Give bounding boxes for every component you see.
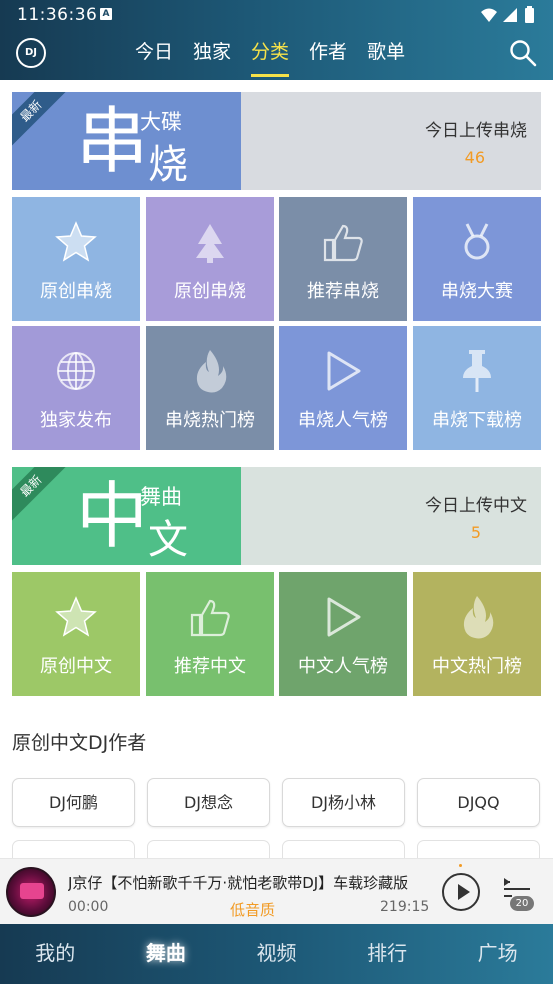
nav-dance-music[interactable]: 舞曲 — [111, 924, 222, 984]
tab-exclusive[interactable]: 独家 — [183, 30, 241, 80]
category-tile[interactable]: 原创串烧 — [12, 197, 140, 321]
progress-dot — [459, 864, 462, 867]
pin-icon — [413, 348, 541, 394]
star-icon — [12, 219, 140, 265]
chinese-banner-art: 最新 中 舞曲 文 — [12, 467, 241, 565]
category-tile[interactable]: 中文热门榜 — [413, 572, 541, 696]
author-button[interactable]: DJ杨小林 — [282, 778, 405, 827]
tree-icon — [146, 219, 274, 265]
category-tile[interactable]: 独家发布 — [12, 326, 140, 450]
tile-label: 推荐串烧 — [307, 281, 379, 302]
album-cover[interactable] — [6, 867, 56, 917]
nav-ranking[interactable]: 排行 — [332, 924, 443, 984]
tab-category[interactable]: 分类 — [241, 30, 299, 80]
banner-big-char-2: 烧 — [148, 142, 188, 188]
banner-big-char: 中 — [76, 474, 149, 558]
flame-icon — [413, 594, 541, 640]
search-icon[interactable] — [509, 39, 537, 67]
tile-label: 中文人气榜 — [298, 656, 388, 677]
today-upload-label: 今日上传串烧 — [425, 121, 527, 141]
medley-banner-art: 最新 串 大碟 烧 — [12, 92, 241, 190]
thumbs-up-icon — [146, 594, 274, 640]
star-icon — [12, 594, 140, 640]
total-time: 219:15 — [380, 899, 430, 915]
banner-big-char-2: 文 — [148, 517, 188, 563]
category-tile[interactable]: 串烧下载榜 — [413, 326, 541, 450]
thumbs-up-icon — [279, 219, 407, 265]
tile-label: 原创串烧 — [40, 281, 112, 302]
nav-mine[interactable]: 我的 — [0, 924, 111, 984]
flame-icon — [146, 348, 274, 394]
dj-logo-icon[interactable]: DJ — [16, 38, 46, 68]
mini-player[interactable]: J京仔【不怕新歌千千万·就怕老歌带DJ】车载珍藏版 00:00 低音质 219:… — [0, 858, 553, 924]
tile-label: 独家发布 — [40, 410, 112, 431]
album-art — [20, 883, 44, 899]
category-tile[interactable]: 中文人气榜 — [279, 572, 407, 696]
category-tile[interactable]: 串烧大赛 — [413, 197, 541, 321]
chinese-banner-info: 今日上传中文 5 — [241, 467, 541, 565]
tab-playlists[interactable]: 歌单 — [357, 30, 415, 80]
status-time: 11:36:36 — [17, 5, 98, 25]
tile-label: 串烧热门榜 — [165, 410, 255, 431]
tab-authors[interactable]: 作者 — [299, 30, 357, 80]
author-button[interactable]: DJQQ — [417, 778, 540, 827]
today-upload-label: 今日上传中文 — [425, 496, 527, 516]
playlist-count-badge: 20 — [510, 896, 534, 911]
status-bar: 11:36:36 A — [0, 0, 553, 30]
notification-icon: A — [100, 8, 112, 20]
medley-banner-info: 今日上传串烧 46 — [241, 92, 541, 190]
tile-label: 原创中文 — [40, 656, 112, 677]
tile-label: 串烧下载榜 — [432, 410, 522, 431]
nav-video[interactable]: 视频 — [221, 924, 332, 984]
nav-plaza[interactable]: 广场 — [442, 924, 553, 984]
top-nav: DJ 今日 独家 分类 作者 歌单 — [0, 30, 553, 80]
today-upload-count: 5 — [470, 523, 481, 542]
audio-quality[interactable]: 低音质 — [230, 899, 275, 920]
tile-label: 串烧人气榜 — [298, 410, 388, 431]
play-triangle-icon — [279, 594, 407, 640]
tile-label: 中文热门榜 — [432, 656, 522, 677]
tab-today[interactable]: 今日 — [125, 30, 183, 80]
category-tile[interactable]: 原创串烧 — [146, 197, 274, 321]
category-tile[interactable]: 原创中文 — [12, 572, 140, 696]
song-title: J京仔【不怕新歌千千万·就怕老歌带DJ】车载珍藏版 — [68, 874, 409, 892]
category-tile[interactable]: 推荐中文 — [146, 572, 274, 696]
category-tile[interactable]: 推荐串烧 — [279, 197, 407, 321]
app-header: 11:36:36 A DJ 今日 独家 分类 作者 歌单 — [0, 0, 553, 80]
category-tile[interactable]: 串烧人气榜 — [279, 326, 407, 450]
bottom-nav: 我的 舞曲 视频 排行 广场 — [0, 924, 553, 984]
author-button[interactable]: DJ想念 — [147, 778, 270, 827]
banner-big-char: 串 — [76, 99, 149, 183]
medley-banner[interactable]: 最新 串 大碟 烧 今日上传串烧 46 — [12, 92, 541, 190]
category-tabs: 今日 独家 分类 作者 歌单 — [125, 30, 415, 80]
tile-label: 原创串烧 — [174, 281, 246, 302]
play-triangle-icon — [279, 348, 407, 394]
status-icons — [481, 6, 534, 23]
tile-label: 推荐中文 — [174, 656, 246, 677]
today-upload-count: 46 — [464, 148, 485, 167]
tile-label: 串烧大赛 — [441, 281, 513, 302]
new-ribbon: 最新 — [12, 467, 71, 526]
new-ribbon: 最新 — [12, 92, 71, 151]
medal-icon — [413, 219, 541, 265]
play-button[interactable] — [442, 873, 480, 911]
author-button[interactable]: DJ何鹏 — [12, 778, 135, 827]
chinese-banner[interactable]: 最新 中 舞曲 文 今日上传中文 5 — [12, 467, 541, 565]
category-tile[interactable]: 串烧热门榜 — [146, 326, 274, 450]
section-title: 原创中文DJ作者 — [12, 732, 147, 754]
current-time: 00:00 — [68, 899, 109, 915]
globe-icon — [12, 348, 140, 394]
